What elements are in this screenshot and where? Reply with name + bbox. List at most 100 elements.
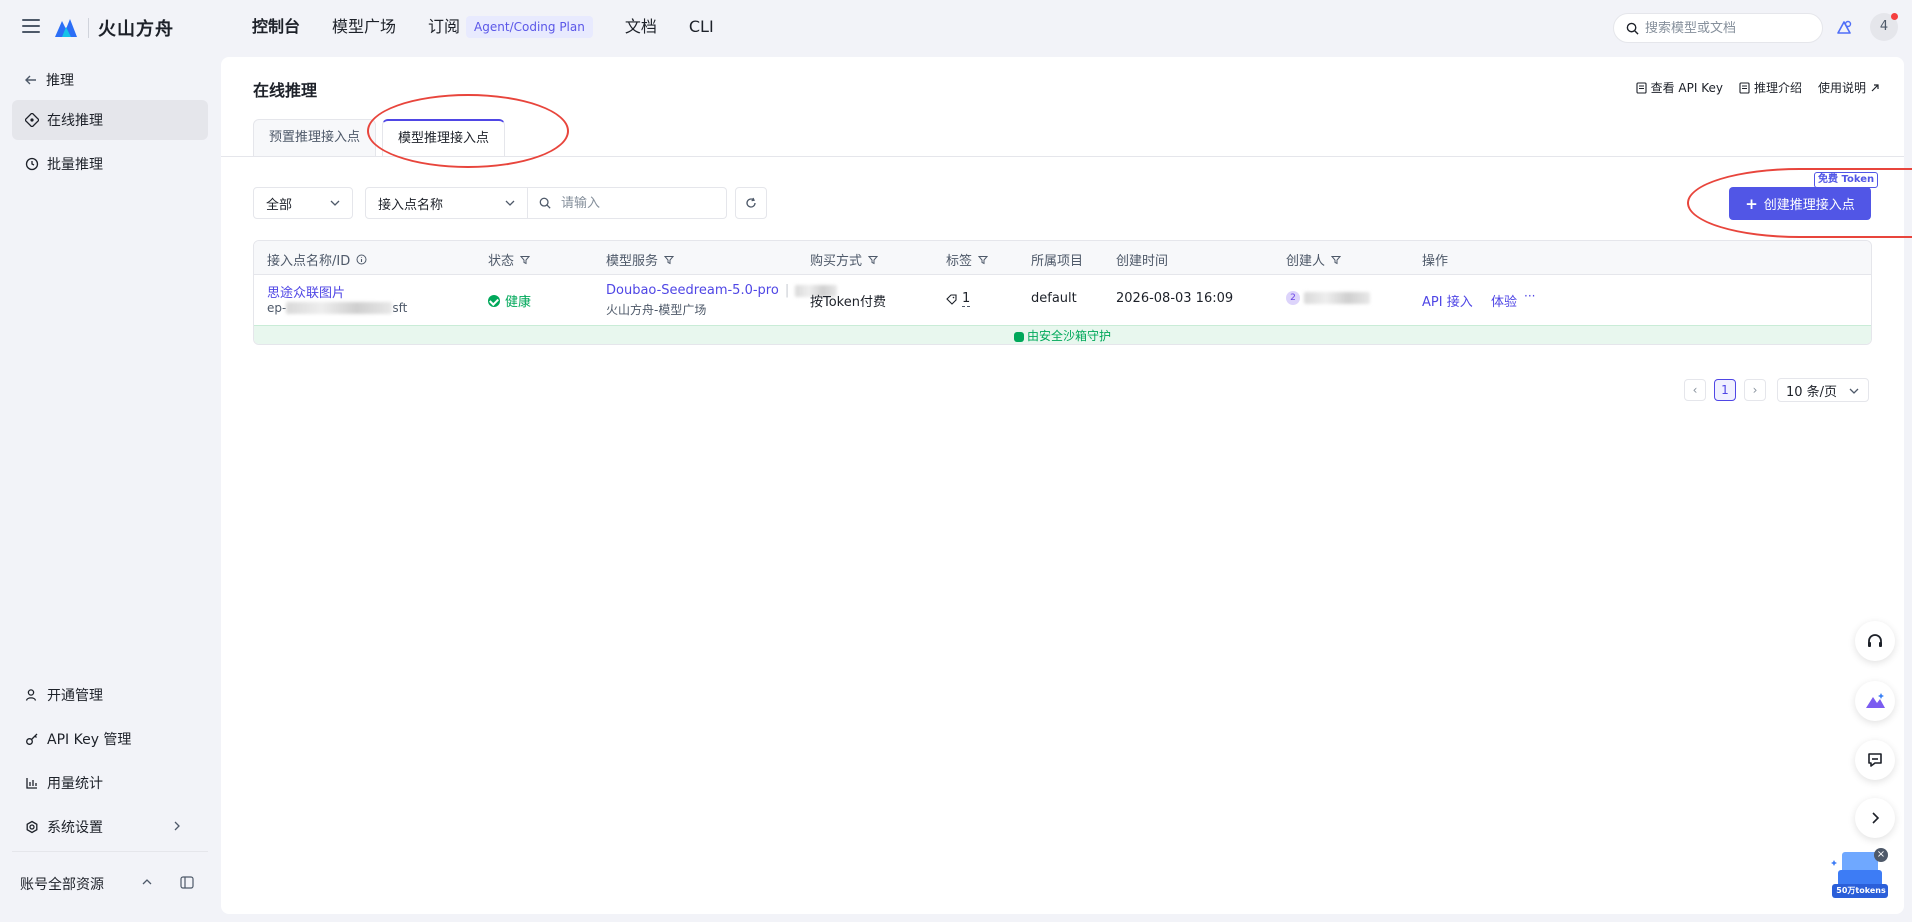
notification-icon[interactable]	[1834, 18, 1854, 38]
tab-model-endpoints[interactable]: 模型推理接入点	[382, 119, 506, 157]
sidebar-item-settings[interactable]: 系统设置	[12, 807, 208, 847]
sidebar-item-batch-inference[interactable]: 批量推理	[12, 144, 208, 184]
bar-chart-icon	[26, 778, 37, 789]
page-title: 在线推理	[253, 81, 318, 100]
pagination: ‹ 1 ›	[1684, 379, 1766, 401]
gear-icon	[26, 820, 38, 834]
endpoint-name-link[interactable]: 思途众联图片	[267, 282, 345, 301]
status-badge: 健康	[488, 291, 531, 310]
refresh-button[interactable]	[735, 187, 767, 219]
sidebar-item-label: 系统设置	[47, 820, 103, 836]
scope-select[interactable]: 全部	[253, 187, 353, 219]
sidebar-item-api-key[interactable]: API Key 管理	[12, 719, 208, 759]
col-project: 所属项目	[1031, 254, 1084, 269]
col-actions: 操作	[1422, 254, 1449, 269]
redacted-creator	[1304, 292, 1370, 304]
api-access-link[interactable]: API 接入	[1422, 291, 1473, 310]
chevron-down-icon	[505, 200, 515, 206]
mountain-sparkle-icon	[1866, 693, 1885, 708]
brand-divider	[88, 18, 89, 38]
sidebar-item-label: 用量统计	[47, 776, 103, 792]
expand-button[interactable]	[1855, 798, 1895, 838]
header-links: 查看 API Key 推理介绍 使用说明	[1636, 79, 1880, 96]
sandbox-banner: 由安全沙箱守护	[254, 325, 1871, 344]
page-button-current[interactable]: 1	[1714, 379, 1736, 401]
billing-type: 按Token付费	[810, 295, 886, 310]
more-actions-button[interactable]: ···	[1524, 289, 1535, 303]
nav-console[interactable]: 控制台	[252, 14, 300, 40]
chevron-right-icon	[1872, 812, 1880, 824]
col-billing: 购买方式	[810, 250, 879, 269]
col-name: 接入点名称/ID	[267, 250, 367, 269]
coding-plan-badge: Agent/Coding Plan	[466, 16, 593, 38]
chevron-down-icon	[1849, 388, 1859, 394]
support-button[interactable]	[1855, 621, 1895, 661]
scope-select-value: 全部	[266, 197, 293, 213]
field-select[interactable]: 接入点名称	[365, 187, 528, 219]
model-link[interactable]: Doubao-Seedream-5.0-pro	[606, 283, 779, 298]
nav-cli[interactable]: CLI	[689, 14, 714, 40]
close-icon[interactable]: ×	[1874, 848, 1888, 862]
sidebar-item-label: 批量推理	[47, 157, 103, 173]
check-circle-icon	[488, 294, 500, 307]
prev-page-button[interactable]: ‹	[1684, 379, 1706, 401]
info-icon[interactable]	[356, 254, 367, 265]
sidebar: 推理 在线推理 批量推理 开通管理 API Key 管理 用量统计 系统设置 账…	[0, 56, 220, 922]
search-input[interactable]	[1645, 20, 1805, 36]
sidebar-item-label: 开通管理	[47, 688, 103, 704]
filter-icon[interactable]	[520, 255, 531, 265]
filter-search[interactable]	[527, 187, 727, 219]
redacted-id	[286, 302, 393, 314]
menu-icon[interactable]	[22, 19, 40, 35]
tab-preset-endpoints[interactable]: 预置推理接入点	[253, 119, 377, 157]
create-endpoint-button[interactable]: + 创建推理接入点	[1729, 187, 1871, 220]
top-nav: 控制台 模型广场 订阅 Agent/Coding Plan 文档 CLI	[252, 14, 746, 40]
try-link[interactable]: 体验	[1491, 291, 1517, 310]
inference-intro-link[interactable]: 推理介绍	[1739, 79, 1802, 96]
filter-icon[interactable]	[1331, 255, 1342, 265]
page-size-select[interactable]: 10 条/页	[1777, 378, 1869, 402]
chevron-down-icon	[330, 200, 340, 206]
filter-icon[interactable]	[978, 255, 989, 265]
document-icon	[1739, 81, 1750, 94]
ai-assistant-button[interactable]	[1855, 681, 1895, 721]
col-tags: 标签	[946, 250, 989, 269]
nav-subscribe[interactable]: 订阅 Agent/Coding Plan	[428, 14, 593, 40]
feedback-button[interactable]	[1855, 740, 1895, 780]
project-name: default	[1031, 291, 1077, 306]
usage-guide-link[interactable]: 使用说明	[1818, 79, 1880, 96]
filter-input[interactable]	[561, 195, 711, 211]
collapse-sidebar-icon[interactable]	[180, 876, 194, 889]
create-endpoint-label: 创建推理接入点	[1763, 198, 1855, 213]
nav-docs[interactable]: 文档	[625, 14, 657, 40]
chevron-up-icon[interactable]	[141, 877, 153, 887]
model-source: 火山方舟-模型广场	[606, 303, 707, 317]
filter-icon[interactable]	[868, 255, 879, 265]
sidebar-back[interactable]: 推理	[24, 70, 74, 90]
view-api-key-link[interactable]: 查看 API Key	[1636, 79, 1723, 96]
sidebar-item-online-inference[interactable]: 在线推理	[12, 100, 208, 140]
next-page-button[interactable]: ›	[1744, 379, 1766, 401]
creator-avatar: 2	[1286, 291, 1300, 305]
nodes-icon	[25, 113, 39, 127]
filter-icon[interactable]	[664, 255, 675, 265]
clock-icon	[25, 157, 39, 171]
logo-icon	[55, 19, 77, 37]
tag-count[interactable]: 1	[946, 291, 971, 307]
sidebar-divider	[12, 851, 208, 852]
created-time: 2026-08-03 16:09	[1116, 291, 1234, 306]
search-icon	[539, 197, 551, 209]
free-token-badge: 免费 Token	[1814, 172, 1879, 188]
sidebar-item-usage[interactable]: 用量统计	[12, 763, 208, 803]
main-panel: 在线推理 查看 API Key 推理介绍 使用说明 预置推理接入点 模型推理接入…	[221, 57, 1904, 914]
account-resources[interactable]: 账号全部资源	[20, 874, 104, 894]
sidebar-item-activation[interactable]: 开通管理	[12, 675, 208, 715]
plus-icon: +	[1745, 194, 1758, 213]
external-link-icon	[1871, 83, 1879, 91]
refresh-icon	[746, 197, 756, 208]
chevron-right-icon	[174, 821, 180, 831]
global-search[interactable]	[1613, 13, 1823, 43]
brand-name: 火山方舟	[98, 19, 174, 40]
sidebar-item-label: 在线推理	[47, 113, 103, 129]
nav-model-square[interactable]: 模型广场	[332, 14, 396, 40]
